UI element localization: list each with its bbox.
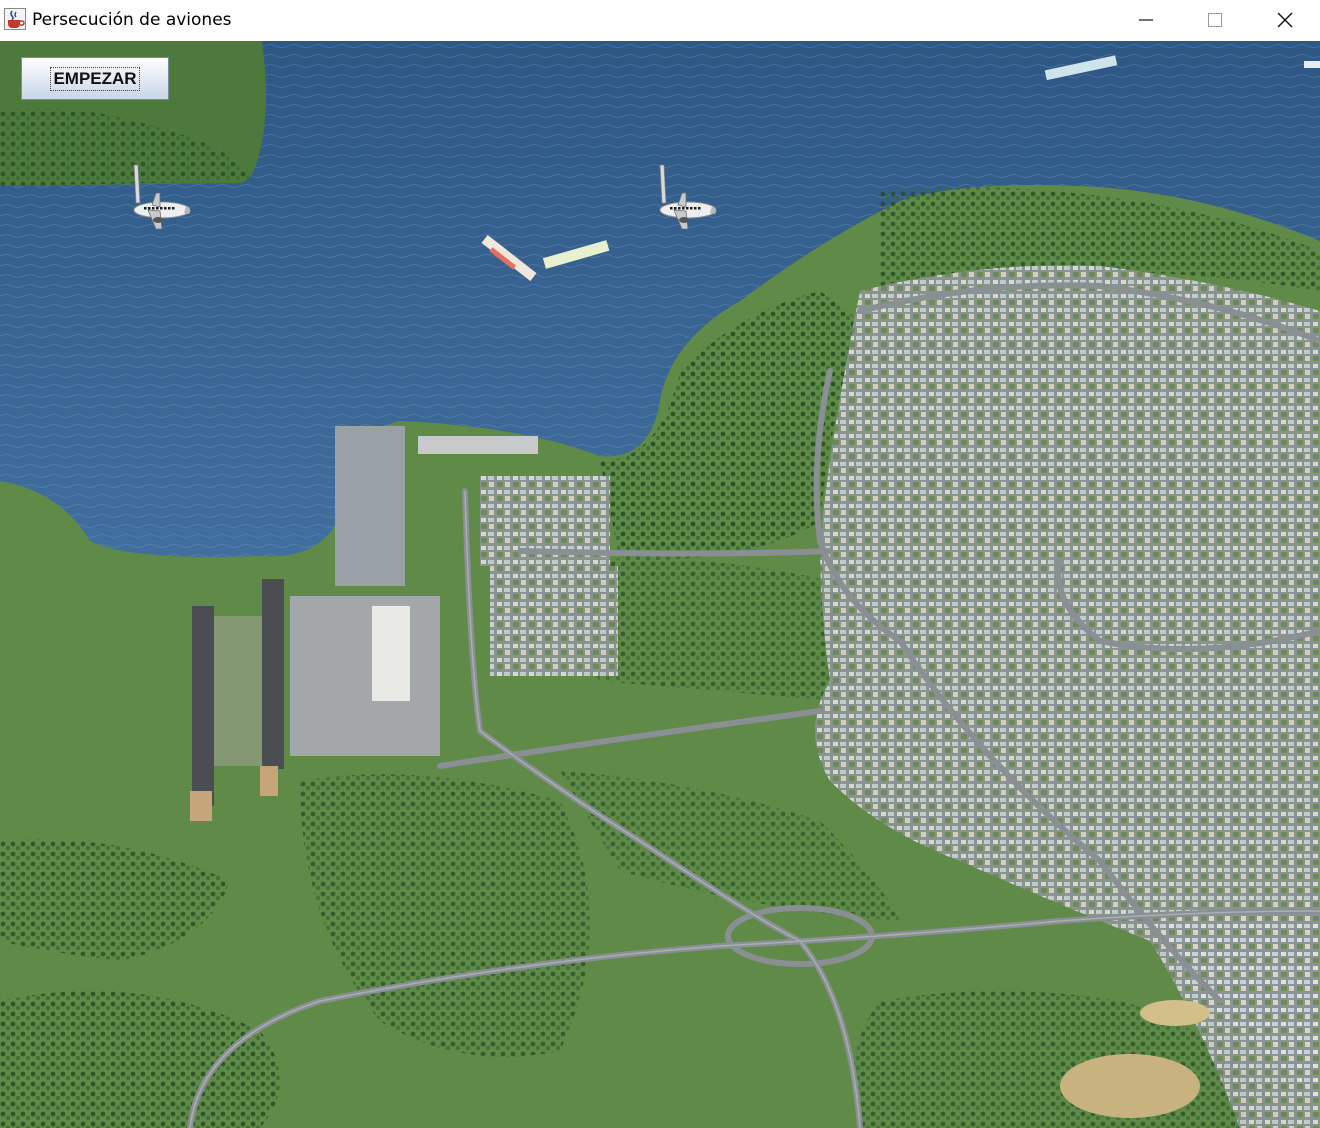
java-coffee-cup-icon xyxy=(4,8,26,30)
start-button-label: EMPEZAR xyxy=(50,66,140,91)
airplane-icon[interactable] xyxy=(652,163,722,233)
window-title: Persecución de aviones xyxy=(32,10,232,30)
airplane-icon[interactable] xyxy=(126,163,196,233)
start-button[interactable]: EMPEZAR xyxy=(21,57,169,100)
maximize-button[interactable] xyxy=(1180,0,1250,40)
game-window: Persecución de aviones EMPEZAR xyxy=(0,0,1320,1128)
minimize-icon xyxy=(1139,19,1153,21)
maximize-icon xyxy=(1208,13,1222,27)
close-icon xyxy=(1277,12,1293,28)
game-canvas[interactable]: EMPEZAR xyxy=(0,41,1320,1128)
minimize-button[interactable] xyxy=(1111,0,1181,40)
title-bar[interactable]: Persecución de aviones xyxy=(0,0,1320,41)
close-button[interactable] xyxy=(1250,0,1320,40)
